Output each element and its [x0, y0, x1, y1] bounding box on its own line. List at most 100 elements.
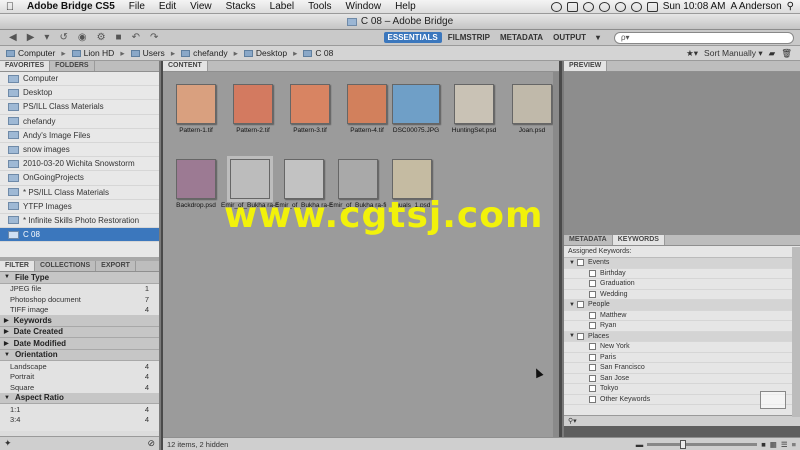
filter-row[interactable]: Photoshop document 7 — [0, 294, 159, 305]
grid-view-icon[interactable]: ▦ — [770, 440, 777, 449]
thumbnail-image[interactable] — [176, 159, 216, 199]
keyword-checkbox[interactable] — [589, 364, 596, 372]
forward-icon[interactable]: ▶ — [24, 32, 38, 43]
open-recent-icon[interactable]: ■ — [113, 32, 125, 43]
keyword-checkbox[interactable] — [589, 343, 596, 351]
thumbnail-image[interactable] — [233, 84, 273, 124]
filter-row[interactable]: Landscape 4 — [0, 361, 159, 372]
favorite-item[interactable]: Desktop — [0, 86, 159, 101]
workspace-more-icon[interactable]: ▾ — [592, 32, 604, 43]
menu-help[interactable]: Help — [388, 1, 423, 12]
keyword-checkbox[interactable] — [589, 290, 596, 298]
filter-row[interactable]: Portrait 4 — [0, 372, 159, 383]
keyword-search[interactable]: ⚲▾ — [564, 415, 800, 426]
keyword-item[interactable]: Birthday — [564, 269, 800, 279]
filter-section-header[interactable]: ▼ Orientation — [0, 349, 159, 361]
filter-section-header[interactable]: ▼ Aspect Ratio — [0, 392, 159, 404]
triangle-down-icon[interactable]: ▼ — [4, 395, 10, 401]
thumbnail-image[interactable] — [290, 84, 330, 124]
keyword-group[interactable]: ▼Events3 — [564, 258, 800, 269]
triangle-down-icon[interactable]: ▼ — [567, 260, 577, 266]
details-view-icon[interactable]: ☰ — [781, 440, 788, 449]
breadcrumb-chefandy[interactable]: chefandy ▸ — [181, 48, 238, 59]
tab-preview[interactable]: PREVIEW — [564, 61, 608, 71]
breadcrumb-lion-hd[interactable]: Lion HD ▸ — [71, 48, 125, 59]
content-scrollbar[interactable] — [553, 72, 559, 437]
tab-favorites[interactable]: FAVORITES — [0, 61, 51, 71]
recent-icon[interactable]: ▾ — [41, 32, 52, 43]
keyword-item[interactable]: Graduation — [564, 279, 800, 290]
favorite-item[interactable]: * PS/ILL Class Materials — [0, 186, 159, 200]
keyword-item[interactable]: New York — [564, 342, 800, 353]
keyword-checkbox[interactable] — [577, 259, 584, 267]
search-input[interactable]: ρ▾ — [614, 31, 794, 44]
menu-window[interactable]: Window — [339, 1, 389, 12]
tab-keywords[interactable]: KEYWORDS — [612, 235, 665, 245]
menu-view[interactable]: View — [183, 1, 219, 12]
filter-row[interactable]: 1:1 4 — [0, 404, 159, 415]
zoom-in-icon[interactable]: ■ — [761, 440, 766, 449]
clock[interactable]: Sun 10:08 AM — [663, 1, 726, 12]
filter-section-header[interactable]: ▶ Date Modified — [0, 338, 159, 350]
favorite-item[interactable]: OnGoingProjects — [0, 171, 159, 186]
keyword-checkbox[interactable] — [577, 301, 584, 309]
pin-icon[interactable]: ✦ — [4, 438, 12, 449]
triangle-down-icon[interactable]: ▼ — [567, 333, 577, 339]
breadcrumb-users[interactable]: Users ▸ — [130, 48, 175, 59]
new-folder-icon[interactable]: ▰ — [769, 48, 776, 59]
zoom-slider[interactable] — [647, 439, 758, 449]
time-machine-icon[interactable] — [582, 1, 594, 12]
star-filter-icon[interactable]: ★▾ — [686, 48, 698, 59]
sort-dropdown[interactable]: Sort Manually ▾ — [704, 48, 763, 59]
filter-section-header[interactable]: ▼ File Type — [0, 272, 159, 284]
favorite-item[interactable]: Computer — [0, 72, 159, 87]
menu-stacks[interactable]: Stacks — [219, 1, 263, 12]
thumbnail[interactable]: DSC00075.JPG — [387, 78, 445, 142]
tab-metadata[interactable]: METADATA — [564, 235, 613, 245]
thumbnail-image[interactable] — [176, 84, 216, 124]
filter-row[interactable]: TIFF image 4 — [0, 305, 159, 316]
thumbnail[interactable]: Pattern-3.tif — [281, 78, 339, 142]
keyword-checkbox[interactable] — [589, 385, 596, 393]
keyword-item[interactable]: Matthew — [564, 311, 800, 321]
list-view-icon[interactable]: ≡ — [792, 440, 796, 449]
thumbnail-image[interactable] — [347, 84, 387, 124]
battery-icon[interactable] — [646, 1, 658, 12]
favorite-item[interactable]: chefandy — [0, 115, 159, 129]
triangle-down-icon[interactable]: ▼ — [4, 352, 10, 358]
keyword-checkbox[interactable] — [589, 353, 596, 361]
menu-edit[interactable]: Edit — [152, 1, 183, 12]
thumbnail-image[interactable] — [227, 156, 273, 202]
keyword-item[interactable]: Ryan — [564, 321, 800, 332]
filter-row[interactable]: 3:4 4 — [0, 415, 159, 426]
favorite-item[interactable]: * Infinite Skills Photo Restoration — [0, 214, 159, 229]
thumbnail[interactable]: Backdrop.psd — [167, 153, 225, 217]
refine-icon[interactable]: ⚙ — [94, 32, 109, 43]
volume-icon[interactable] — [630, 1, 642, 12]
menu-file[interactable]: File — [122, 1, 152, 12]
back-icon[interactable]: ◀ — [6, 32, 20, 43]
wifi-icon[interactable] — [614, 1, 626, 12]
favorite-item[interactable]: PS/ILL Class Materials — [0, 100, 159, 115]
keyword-checkbox[interactable] — [589, 374, 596, 382]
breadcrumb-computer[interactable]: Computer ▸ — [6, 48, 66, 59]
spotlight-icon[interactable]: ⚲ — [787, 1, 794, 12]
triangle-right-icon[interactable]: ▶ — [4, 317, 9, 324]
bluetooth-icon[interactable] — [598, 1, 610, 12]
keyword-checkbox[interactable] — [577, 332, 584, 340]
tab-filter[interactable]: FILTER — [0, 261, 35, 271]
filter-row[interactable]: Square 4 — [0, 382, 159, 393]
triangle-right-icon[interactable]: ▶ — [4, 328, 9, 335]
delete-icon[interactable]: 🗑 — [781, 48, 792, 59]
workspace-output[interactable]: OUTPUT — [549, 32, 590, 43]
zoom-knob[interactable] — [680, 439, 687, 449]
thumbnail[interactable]: Pattern-1.tif — [167, 78, 225, 142]
view-grid-icon[interactable] — [760, 391, 786, 409]
tab-folders[interactable]: FOLDERS — [50, 61, 95, 71]
favorite-item[interactable]: C 08 — [0, 228, 159, 243]
favorite-item[interactable]: snow images — [0, 143, 159, 158]
thumbnail[interactable]: Pattern-2.tif — [224, 78, 282, 142]
keyword-item[interactable]: Wedding — [564, 290, 800, 300]
rotate-left-icon[interactable]: ↶ — [129, 32, 143, 43]
favorite-item[interactable]: 2010-03-20 Wichita Snowstorm — [0, 157, 159, 172]
